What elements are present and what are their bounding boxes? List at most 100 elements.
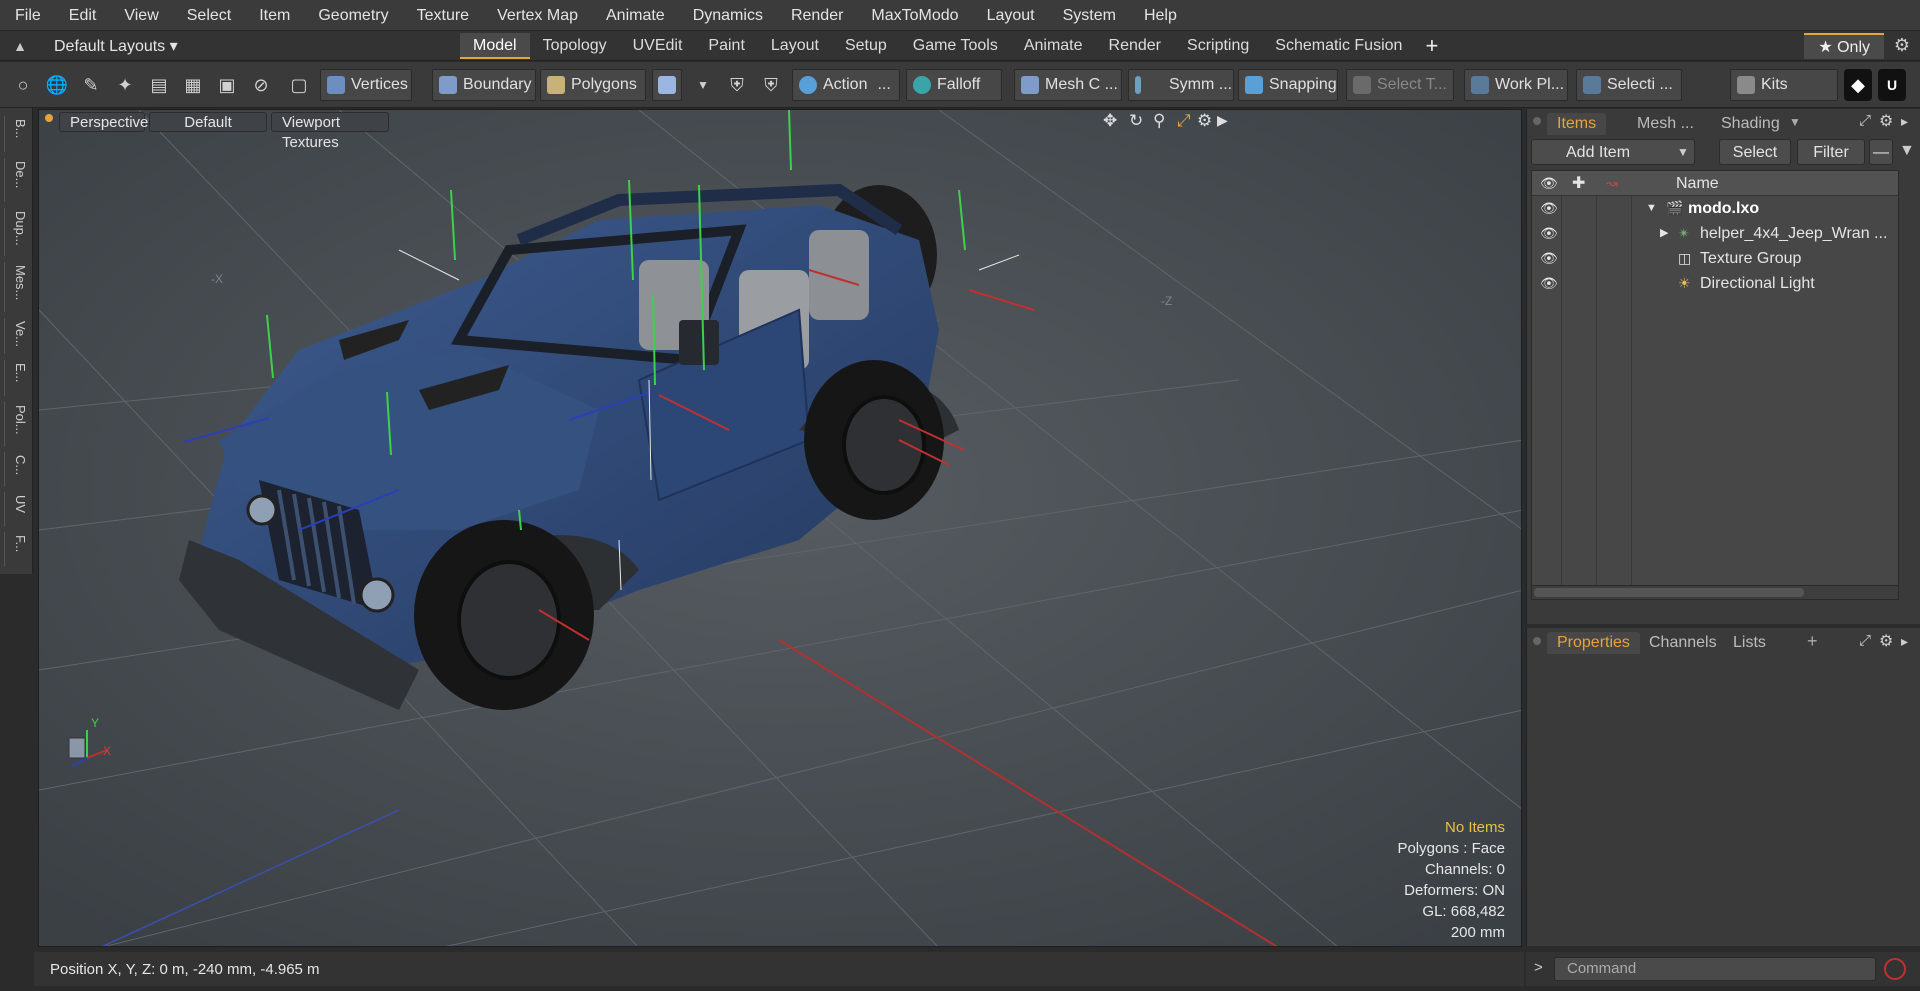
menu-view[interactable]: View <box>110 0 172 31</box>
panel-dot-icon[interactable] <box>1533 117 1541 125</box>
tab-render[interactable]: Render <box>1096 33 1174 59</box>
viewport-gear-icon[interactable]: ⚙ <box>1197 111 1212 131</box>
panel-arrow-icon[interactable]: ▸ <box>1901 633 1908 650</box>
tab-schematic-fusion[interactable]: Schematic Fusion <box>1262 33 1415 59</box>
panel-expand-icon[interactable]: ⤢ <box>1859 632 1871 649</box>
perspective-dropdown[interactable]: Perspective <box>59 112 148 132</box>
add-tab-button[interactable]: + <box>1415 33 1448 59</box>
grid-icon[interactable]: ▦ <box>178 69 208 101</box>
horizontal-scrollbar[interactable] <box>1532 585 1898 599</box>
command-input[interactable]: Command <box>1554 957 1876 981</box>
tab-basic[interactable]: B... <box>4 116 28 152</box>
eye-header-icon[interactable]: 👁 <box>1540 171 1558 196</box>
action-button[interactable]: Action... <box>792 69 900 101</box>
menu-render[interactable]: Render <box>777 0 857 31</box>
menu-animate[interactable]: Animate <box>592 0 679 31</box>
pen-icon[interactable]: ✎ <box>76 69 106 101</box>
tab-scripting[interactable]: Scripting <box>1174 33 1262 59</box>
shield-alt-icon[interactable]: ⛨ <box>756 69 786 101</box>
panel-expand-icon[interactable]: ⤢ <box>1859 112 1871 129</box>
pan-icon[interactable]: ✥ <box>1103 111 1117 131</box>
eye-icon[interactable]: 👁 <box>1540 246 1558 271</box>
cube-icon[interactable]: ▢ <box>284 69 314 101</box>
tab-layout[interactable]: Layout <box>758 33 832 59</box>
tab-edge[interactable]: E... <box>4 360 28 396</box>
tab-lists[interactable]: Lists <box>1723 632 1776 654</box>
workplane-button[interactable]: Work Pl... <box>1464 69 1568 101</box>
menu-file[interactable]: File <box>0 0 55 31</box>
falloff-button[interactable]: Falloff <box>906 69 1002 101</box>
shading-default-dropdown[interactable]: Default <box>149 112 267 132</box>
name-column-header[interactable]: Name <box>1676 171 1719 196</box>
menu-item[interactable]: Item <box>245 0 304 31</box>
unreal-icon[interactable]: U <box>1878 69 1906 101</box>
only-toggle[interactable]: ★ Only <box>1804 32 1884 59</box>
tab-polygon[interactable]: Pol... <box>4 402 28 446</box>
panel-chevron-icon[interactable]: ▼ <box>1789 115 1801 129</box>
panel-gear-icon[interactable]: ⚙ <box>1879 631 1893 651</box>
tab-shading[interactable]: Shading <box>1711 113 1790 135</box>
boundary-button[interactable]: Boundary <box>432 69 536 101</box>
eye-icon[interactable]: 👁 <box>1540 221 1558 246</box>
tab-topology[interactable]: Topology <box>530 33 620 59</box>
tab-uvedit[interactable]: UVEdit <box>620 33 696 59</box>
tree-row-texture-group[interactable]: 👁 ◫ Texture Group <box>1532 246 1898 271</box>
tab-deform[interactable]: De... <box>4 158 28 202</box>
mesh-constraint-button[interactable]: Mesh C ... <box>1014 69 1122 101</box>
eye-icon[interactable]: 👁 <box>1540 271 1558 296</box>
item-mode-button[interactable] <box>652 69 682 101</box>
3d-viewport[interactable]: Y X -X -Z Perspective Default Viewport T… <box>38 109 1522 947</box>
record-icon[interactable] <box>1884 958 1906 980</box>
tab-mesh-edit[interactable]: Mes... <box>4 262 28 312</box>
viewport-dot-icon[interactable] <box>45 114 53 122</box>
plus-header-icon[interactable]: ✚ <box>1572 171 1585 196</box>
kits-button[interactable]: Kits <box>1730 69 1838 101</box>
collapse-icon[interactable]: ― <box>1869 139 1893 165</box>
collapse-arrow-icon[interactable]: ▲ <box>0 38 40 54</box>
frame-icon[interactable]: ▣ <box>212 69 242 101</box>
tab-properties[interactable]: Properties <box>1547 632 1640 654</box>
menu-vertex-map[interactable]: Vertex Map <box>483 0 592 31</box>
tab-vertex[interactable]: Ve... <box>4 318 28 354</box>
shield-icon[interactable]: ⛨ <box>722 69 752 101</box>
filter-button[interactable]: Filter <box>1797 139 1865 165</box>
tab-paint[interactable]: Paint <box>695 33 757 59</box>
tree-row-directional-light[interactable]: 👁 ☀ Directional Light <box>1532 271 1898 296</box>
circle-slash-icon[interactable]: ⊘ <box>246 69 276 101</box>
tree-row-helper[interactable]: 👁 ▶ ✴ helper_4x4_Jeep_Wran ... <box>1532 221 1898 246</box>
menu-system[interactable]: System <box>1049 0 1130 31</box>
snapping-button[interactable]: Snapping <box>1238 69 1338 101</box>
tab-animate[interactable]: Animate <box>1011 33 1096 59</box>
tree-row-modo[interactable]: 👁 ▼ 🎬 modo.lxo <box>1532 196 1898 221</box>
tab-uv[interactable]: UV <box>4 492 28 526</box>
add-item-chevron-icon[interactable]: ▼ <box>1677 145 1689 159</box>
maximize-icon[interactable]: ⤢ <box>1177 111 1191 131</box>
expand-down-icon[interactable]: ▼ <box>1646 196 1657 221</box>
funnel-icon[interactable]: ▼ <box>1899 142 1915 160</box>
add-item-button[interactable]: Add Item <box>1531 139 1695 165</box>
panel-arrow-icon[interactable]: ▸ <box>1901 113 1908 130</box>
globe-icon[interactable]: 🌐 <box>42 69 72 101</box>
tab-curve[interactable]: C... <box>4 452 28 486</box>
menu-help[interactable]: Help <box>1130 0 1191 31</box>
tab-model[interactable]: Model <box>460 32 530 59</box>
symmetry-button[interactable]: Symm ... <box>1128 69 1234 101</box>
tab-fusion[interactable]: F... <box>4 532 28 566</box>
tab-channels[interactable]: Channels <box>1639 632 1727 654</box>
tab-duplicate[interactable]: Dup... <box>4 208 28 256</box>
menu-select[interactable]: Select <box>173 0 245 31</box>
axis-header-icon[interactable]: ↝ <box>1606 171 1618 196</box>
gear-icon[interactable]: ⚙ <box>1884 35 1920 56</box>
chevron-down-icon[interactable]: ▼ <box>688 69 718 101</box>
eye-icon[interactable]: 👁 <box>1540 196 1558 221</box>
brush-icon[interactable]: ✦ <box>110 69 140 101</box>
menu-maxtomodo[interactable]: MaxToModo <box>857 0 972 31</box>
menu-edit[interactable]: Edit <box>55 0 111 31</box>
panel-gear-icon[interactable]: ⚙ <box>1879 111 1893 131</box>
unity-icon[interactable]: ◆ <box>1844 69 1872 101</box>
default-layouts-dropdown[interactable]: Default Layouts ▾ <box>40 36 460 56</box>
selection-sets-button[interactable]: Selecti ... <box>1576 69 1682 101</box>
expand-right-icon[interactable]: ▶ <box>1660 221 1668 246</box>
vertices-button[interactable]: Vertices <box>320 69 412 101</box>
select-button[interactable]: Select <box>1719 139 1791 165</box>
